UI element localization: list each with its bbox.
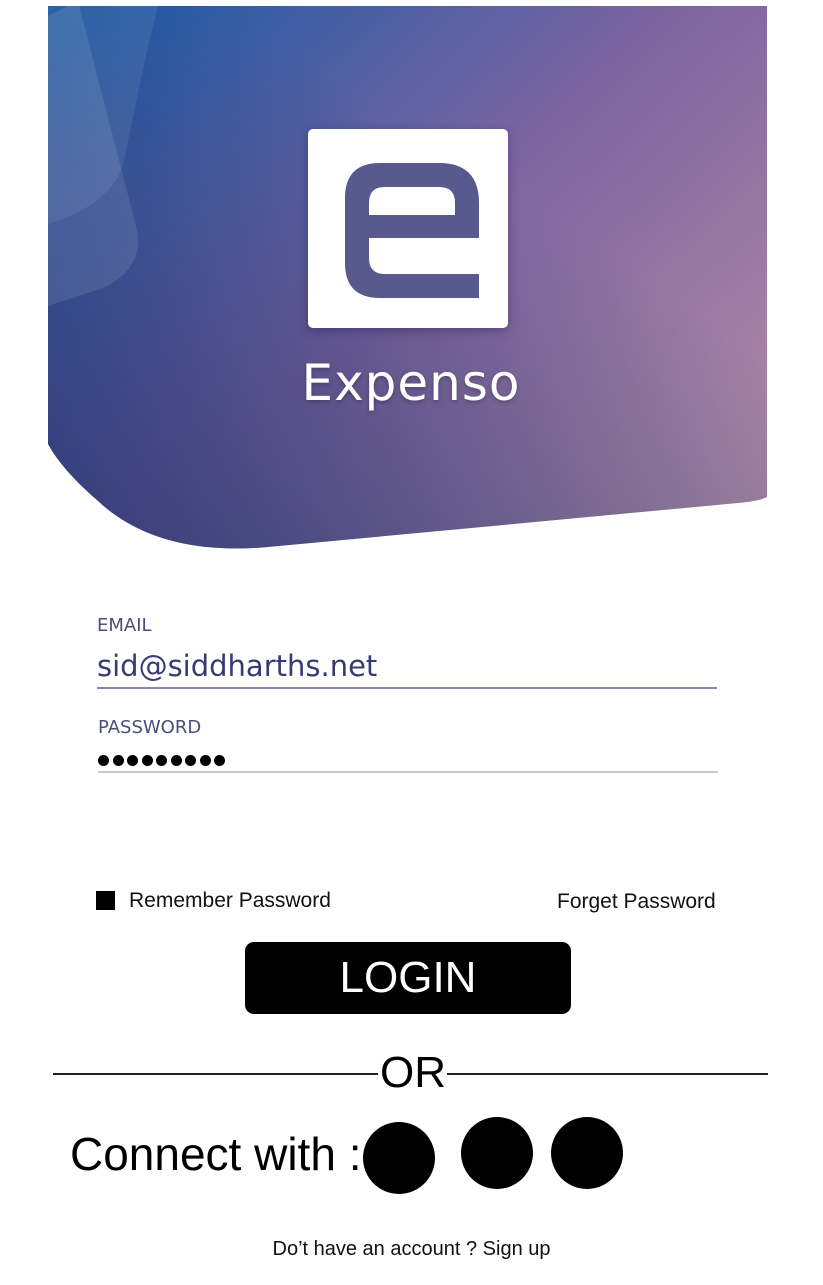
password-dot [141,754,153,766]
app-logo [308,129,508,328]
password-dot [199,754,211,766]
remember-password-label[interactable]: Remember Password [129,888,331,914]
email-field-underline [97,687,717,689]
app-name: Expenso [301,354,521,412]
login-button[interactable]: LOGIN [245,942,571,1014]
social-login-button-3[interactable] [551,1117,623,1189]
connect-with-label: Connect with : [70,1128,362,1180]
password-dot [112,754,124,766]
login-button-label: LOGIN [339,953,477,1002]
password-field-underline [98,771,718,773]
or-divider-text: OR [380,1048,446,1097]
password-dot [98,754,109,766]
social-login-button-1[interactable] [363,1122,435,1194]
signup-prompt-text: Do’t have an account ? [272,1238,478,1260]
divider-left [53,1073,378,1075]
password-dot [156,754,167,766]
password-label: PASSWORD [98,717,202,738]
email-label: EMAIL [97,615,152,636]
password-dot [185,754,196,766]
remember-password-checkbox[interactable] [96,891,115,910]
social-login-button-2[interactable] [461,1117,533,1189]
password-dot [170,754,182,766]
divider-right [447,1073,768,1075]
signup-prompt: Do’t have an account ? Sign up [0,1236,823,1262]
forget-password-link[interactable]: Forget Password [557,889,716,915]
password-dot [127,754,138,766]
password-dot [214,754,225,766]
letter-e-logo-icon [345,163,479,298]
password-field[interactable] [98,748,225,772]
email-field[interactable]: sid@siddharths.net [97,648,377,684]
signup-link[interactable]: Sign up [483,1238,551,1260]
